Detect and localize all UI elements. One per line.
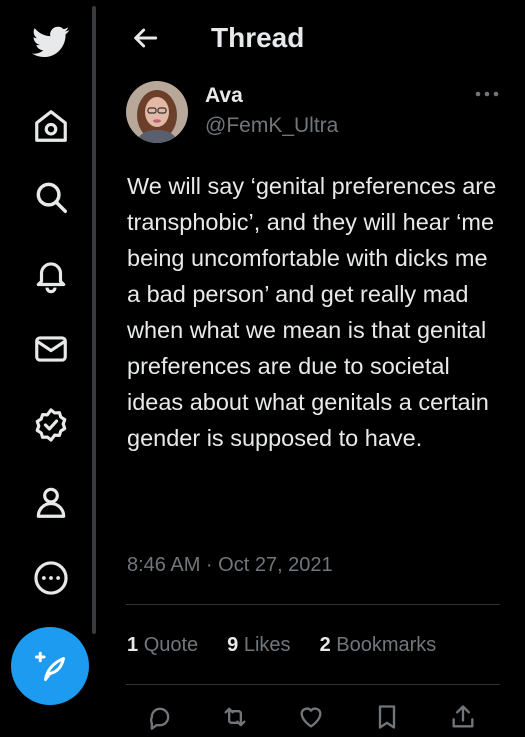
heart-icon <box>300 707 322 728</box>
retweet-icon <box>224 707 246 727</box>
share-button[interactable] <box>449 703 479 737</box>
compose-icon <box>35 651 65 681</box>
reply-icon <box>150 707 170 730</box>
bookmark-button[interactable] <box>373 703 403 737</box>
reply-button[interactable] <box>146 703 176 737</box>
bookmark-icon <box>378 705 396 729</box>
home-icon[interactable] <box>26 101 76 151</box>
tweet-timestamp[interactable]: 8:46 AM · Oct 27, 2021 <box>127 554 333 577</box>
thread-panel: Thread Ava @FemK_Ultra We will say ‘geni… <box>104 0 525 735</box>
messages-icon[interactable] <box>26 324 76 374</box>
scrollbar[interactable] <box>92 6 96 634</box>
quotes-stat[interactable]: 1 Quote <box>127 634 198 657</box>
author-handle[interactable]: @FemK_Ultra <box>205 114 338 138</box>
compose-button[interactable] <box>11 627 89 705</box>
twitter-logo-icon[interactable] <box>26 17 76 67</box>
likes-stat[interactable]: 9 Likes <box>227 634 290 657</box>
sidebar <box>0 0 96 735</box>
divider <box>126 604 500 605</box>
tweet-text: We will say ‘genital preferences are tra… <box>127 173 497 451</box>
tweet-actions <box>146 703 476 737</box>
verified-icon[interactable] <box>26 400 76 450</box>
divider <box>126 684 500 685</box>
back-arrow-icon[interactable] <box>129 22 161 54</box>
more-options-icon[interactable] <box>26 553 76 603</box>
author-name[interactable]: Ava <box>205 84 243 108</box>
share-icon <box>452 705 474 728</box>
profile-icon[interactable] <box>26 477 76 527</box>
bookmarks-stat[interactable]: 2 Bookmarks <box>320 634 437 657</box>
tweet-stats: 1 Quote 9 Likes 2 Bookmarks <box>127 634 436 657</box>
search-icon[interactable] <box>26 172 76 222</box>
page-title: Thread <box>211 22 305 53</box>
like-button[interactable] <box>297 703 327 737</box>
avatar[interactable] <box>126 81 188 143</box>
retweet-button[interactable] <box>221 703 251 737</box>
notifications-icon[interactable] <box>26 250 76 300</box>
more-horizontal-icon[interactable] <box>472 84 502 104</box>
